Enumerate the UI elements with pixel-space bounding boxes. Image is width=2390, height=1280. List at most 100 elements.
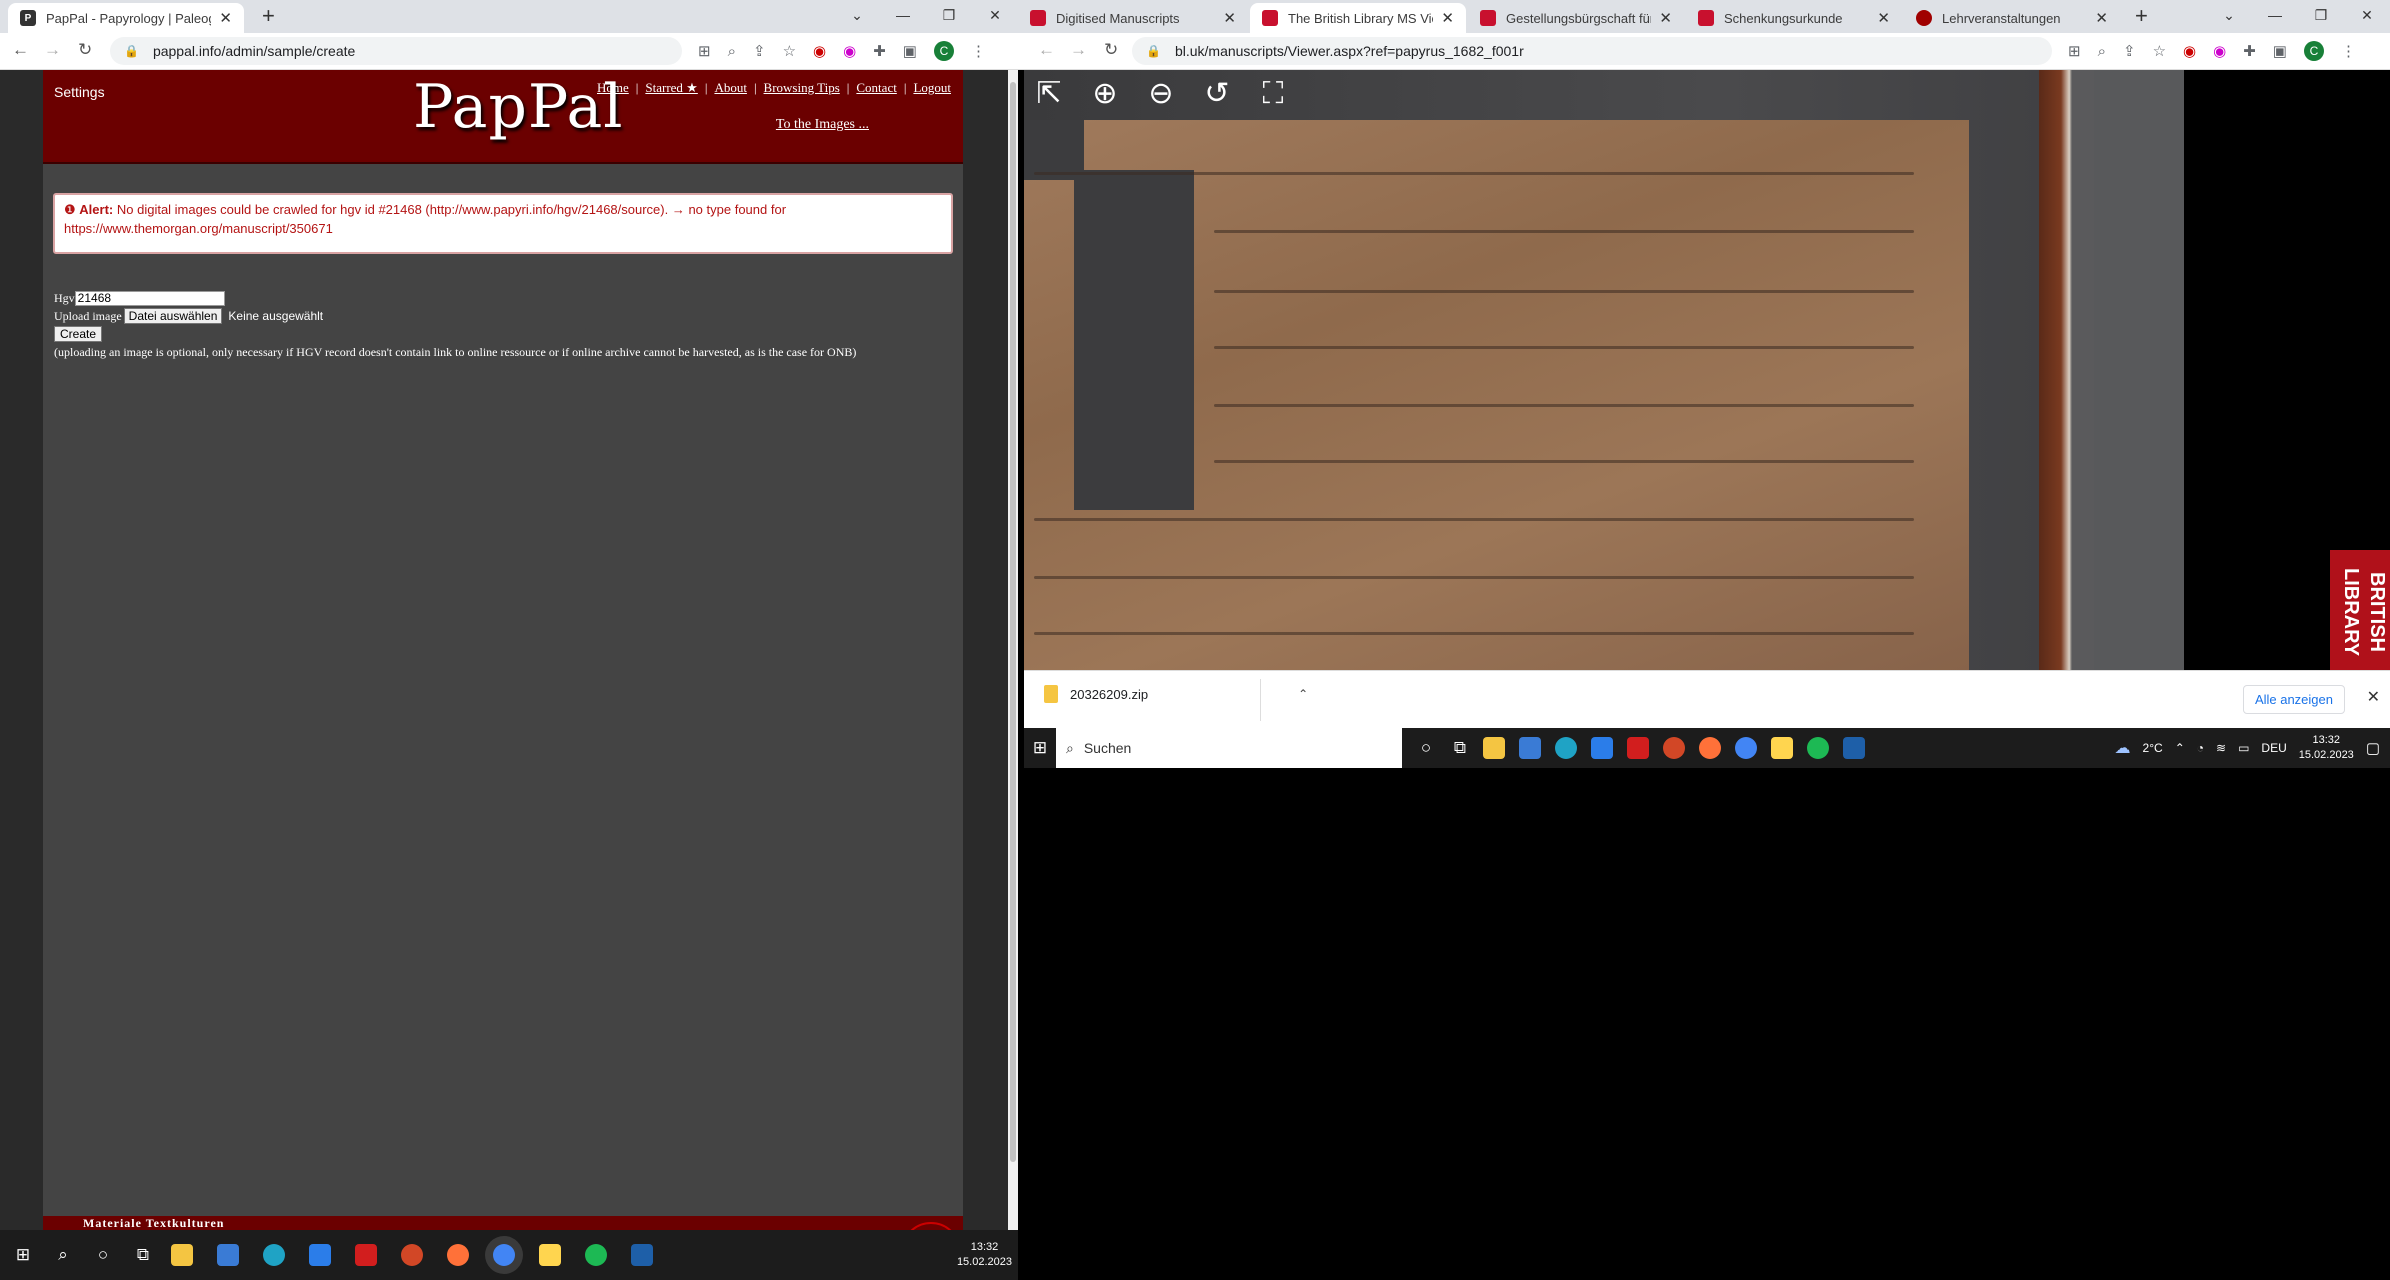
task-view-icon[interactable]: ⧉ — [1444, 738, 1476, 758]
network-icon[interactable]: ◔ — [2197, 741, 2204, 755]
bookmark-star-icon[interactable]: ☆ — [783, 42, 796, 60]
tab-search-icon[interactable]: ⌄ — [2206, 0, 2252, 33]
cortana-icon[interactable]: ○ — [1410, 738, 1442, 758]
edge-icon[interactable] — [1555, 737, 1577, 759]
zoom-icon[interactable]: ⌕ — [2098, 43, 2106, 60]
british-library-logo[interactable]: BRITISH LIBRARY — [2330, 550, 2390, 670]
share-icon[interactable]: ⇪ — [2123, 42, 2136, 60]
store-icon[interactable] — [1519, 737, 1541, 759]
cortana-icon[interactable]: ○ — [87, 1245, 119, 1265]
explorer-app-icon[interactable] — [539, 1244, 561, 1266]
download-item[interactable]: 20326209.zip ⌃ — [1044, 685, 1308, 703]
acrobat-icon[interactable] — [1627, 737, 1649, 759]
language-indicator[interactable]: DEU — [2261, 741, 2286, 755]
powerpoint-icon[interactable] — [1663, 737, 1685, 759]
show-all-button[interactable]: Alle anzeigen — [2242, 685, 2345, 714]
explorer-app-icon[interactable] — [1771, 737, 1793, 759]
nav-about[interactable]: About — [714, 80, 747, 96]
sidepanel-icon[interactable]: ▣ — [2273, 42, 2287, 60]
scrollbar[interactable] — [1008, 70, 1018, 1230]
wifi-icon[interactable]: ≋ — [2216, 741, 2226, 755]
windows-start-icon[interactable]: ⊞ — [7, 1245, 39, 1265]
spotify-icon[interactable] — [1807, 737, 1829, 759]
back-button[interactable]: ← — [1038, 40, 1055, 60]
to-images-link[interactable]: To the Images ... — [776, 117, 869, 133]
share-icon[interactable]: ⇪ — [753, 42, 766, 60]
url-field[interactable]: 🔒 pappal.info/admin/sample/create — [110, 37, 682, 65]
firefox-icon[interactable] — [447, 1244, 469, 1266]
tab-schenkungsurkunde[interactable]: Schenkungsurkunde ✕ — [1686, 3, 1902, 33]
tab-gestellungsbuergschaft[interactable]: Gestellungsbürgschaft für ein ✕ — [1468, 3, 1684, 33]
cloud-icon[interactable]: ☁ — [2115, 738, 2131, 758]
tab-close-icon[interactable]: ✕ — [1223, 9, 1236, 27]
nav-home[interactable]: Home — [597, 80, 629, 96]
manuscript-viewer[interactable]: ⇱ ⊕ ⊖ ↺ ⛶ BRITISH LIBRARY — [1024, 70, 2390, 670]
nav-logout[interactable]: Logout — [913, 80, 951, 96]
reload-button[interactable]: ↻ — [1104, 40, 1118, 60]
photos-icon[interactable] — [631, 1244, 653, 1266]
new-tab-button[interactable]: + — [262, 3, 275, 29]
right-clock[interactable]: 13:32 15.02.2023 — [2299, 733, 2354, 763]
extension-red-icon[interactable]: ◉ — [813, 42, 826, 60]
chrome-icon[interactable] — [493, 1244, 515, 1266]
chrome-icon[interactable] — [1735, 737, 1757, 759]
bookmark-star-icon[interactable]: ☆ — [2153, 42, 2166, 60]
nav-starred[interactable]: Starred ★ — [645, 80, 697, 96]
exit-fullscreen-icon[interactable]: ⇱ — [1028, 73, 1070, 115]
extension-purple-icon[interactable]: ◉ — [843, 42, 856, 60]
extension-red-icon[interactable]: ◉ — [2183, 42, 2196, 60]
store-icon[interactable] — [217, 1244, 239, 1266]
minimize-button[interactable]: — — [880, 0, 926, 33]
pappal-logo[interactable]: PapPal — [413, 72, 624, 142]
photos-icon[interactable] — [1843, 737, 1865, 759]
tray-chevron-icon[interactable]: ⌃ — [2175, 741, 2185, 755]
back-button[interactable]: ← — [12, 40, 29, 60]
close-window-button[interactable]: ✕ — [972, 0, 1018, 33]
task-view-icon[interactable]: ⧉ — [127, 1245, 159, 1265]
new-tab-button[interactable]: + — [2135, 3, 2148, 29]
translate-icon[interactable]: ⊞ — [698, 42, 711, 60]
file-choose-button[interactable]: Datei auswählen — [123, 308, 223, 324]
notification-icon[interactable]: ▢ — [2366, 739, 2380, 757]
extensions-puzzle-icon[interactable]: ✚ — [873, 42, 886, 60]
windows-start-icon[interactable]: ⊞ — [1024, 738, 1056, 758]
mail-icon[interactable] — [1591, 737, 1613, 759]
nav-contact[interactable]: Contact — [856, 80, 896, 96]
weather-temp[interactable]: 2°C — [2143, 741, 2163, 755]
tab-digitised-manuscripts[interactable]: Digitised Manuscripts ✕ — [1018, 3, 1248, 33]
extensions-puzzle-icon[interactable]: ✚ — [2243, 42, 2256, 60]
create-button[interactable]: Create — [54, 326, 103, 342]
tab-close-icon[interactable]: ✕ — [1659, 9, 1672, 27]
restore-button[interactable]: ❐ — [926, 0, 972, 33]
profile-avatar[interactable]: C — [933, 41, 954, 61]
settings-link[interactable]: Settings — [54, 84, 105, 100]
reload-button[interactable]: ↻ — [78, 40, 92, 60]
tab-close-icon[interactable]: ✕ — [1441, 9, 1454, 27]
file-explorer-icon[interactable] — [171, 1244, 193, 1266]
spotify-icon[interactable] — [585, 1244, 607, 1266]
close-window-button[interactable]: ✕ — [2344, 0, 2390, 33]
firefox-icon[interactable] — [1699, 737, 1721, 759]
hgv-input[interactable] — [74, 290, 225, 306]
url-field[interactable]: 🔒 bl.uk/manuscripts/Viewer.aspx?ref=papy… — [1132, 37, 2052, 65]
papyrus-image[interactable] — [1024, 120, 1969, 670]
fit-screen-icon[interactable]: ⛶ — [1252, 73, 1294, 115]
taskbar-search-box[interactable]: ⌕ Suchen — [1056, 728, 1402, 768]
restore-button[interactable]: ❐ — [2298, 0, 2344, 33]
file-explorer-icon[interactable] — [1483, 737, 1505, 759]
forward-button[interactable]: → — [1070, 40, 1087, 60]
tab-bl-viewer[interactable]: The British Library MS Viewer ✕ — [1250, 3, 1466, 33]
extension-purple-icon[interactable]: ◉ — [2213, 42, 2226, 60]
tab-lehrveranstaltungen[interactable]: Lehrveranstaltungen ✕ — [1904, 3, 2120, 33]
scrollbar-thumb[interactable] — [1010, 82, 1016, 1162]
zoom-out-icon[interactable]: ⊖ — [1140, 73, 1182, 115]
tab-close-icon[interactable]: ✕ — [2095, 9, 2108, 27]
chevron-up-icon[interactable]: ⌃ — [1298, 687, 1308, 701]
left-clock[interactable]: 13:32 15.02.2023 — [957, 1240, 1012, 1270]
acrobat-icon[interactable] — [355, 1244, 377, 1266]
menu-icon[interactable]: ⋮ — [971, 42, 986, 60]
forward-button[interactable]: → — [44, 40, 61, 60]
search-icon[interactable]: ⌕ — [47, 1245, 79, 1265]
translate-icon[interactable]: ⊞ — [2068, 42, 2081, 60]
tab-search-icon[interactable]: ⌄ — [834, 0, 880, 33]
